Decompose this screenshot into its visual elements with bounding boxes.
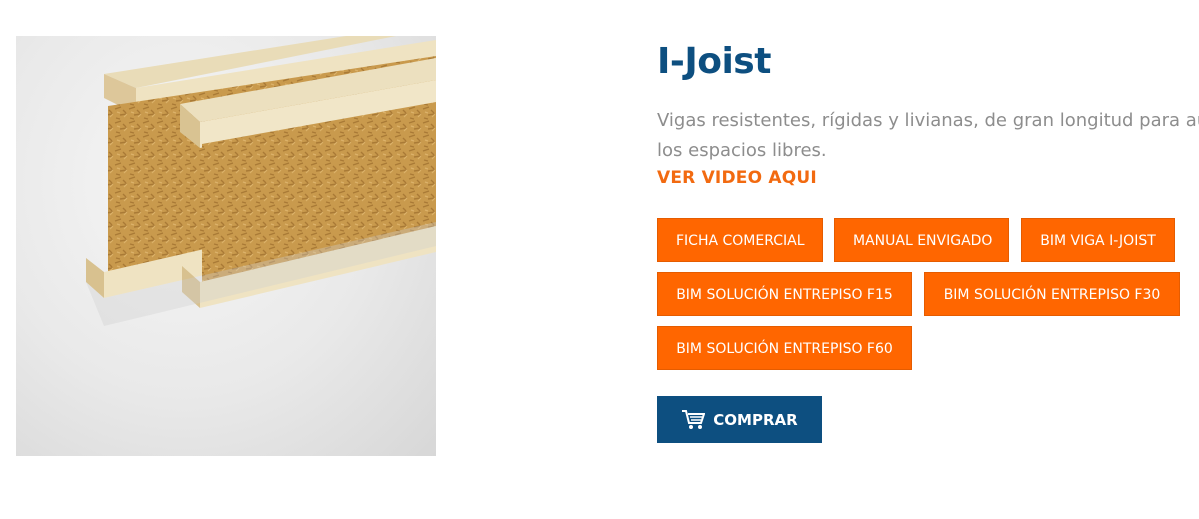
bim-solucion-entrepiso-f30-button[interactable]: BIM SOLUCIÓN ENTREPISO F30	[924, 272, 1180, 316]
bim-viga-i-joist-button[interactable]: BIM VIGA I-JOIST	[1021, 218, 1175, 262]
description-line-2: los espacios libres.	[657, 140, 827, 161]
video-link[interactable]: VER VIDEO AQUI	[657, 168, 817, 188]
bim-solucion-entrepiso-f15-button[interactable]: BIM SOLUCIÓN ENTREPISO F15	[657, 272, 912, 316]
product-image	[16, 36, 436, 456]
comprar-label: COMPRAR	[713, 410, 798, 429]
bim-solucion-entrepiso-f60-button[interactable]: BIM SOLUCIÓN ENTREPISO F60	[657, 326, 912, 370]
ficha-comercial-button[interactable]: FICHA COMERCIAL	[657, 218, 823, 262]
product-description: Vigas resistentes, rígidas y livianas, d…	[657, 106, 1199, 166]
description-line-1: Vigas resistentes, rígidas y livianas, d…	[657, 110, 1199, 131]
manual-envigado-button[interactable]: MANUAL ENVIGADO	[834, 218, 1009, 262]
shopping-cart-icon	[682, 409, 706, 429]
comprar-button[interactable]: COMPRAR	[657, 396, 822, 443]
product-title: I-Joist	[657, 41, 771, 82]
